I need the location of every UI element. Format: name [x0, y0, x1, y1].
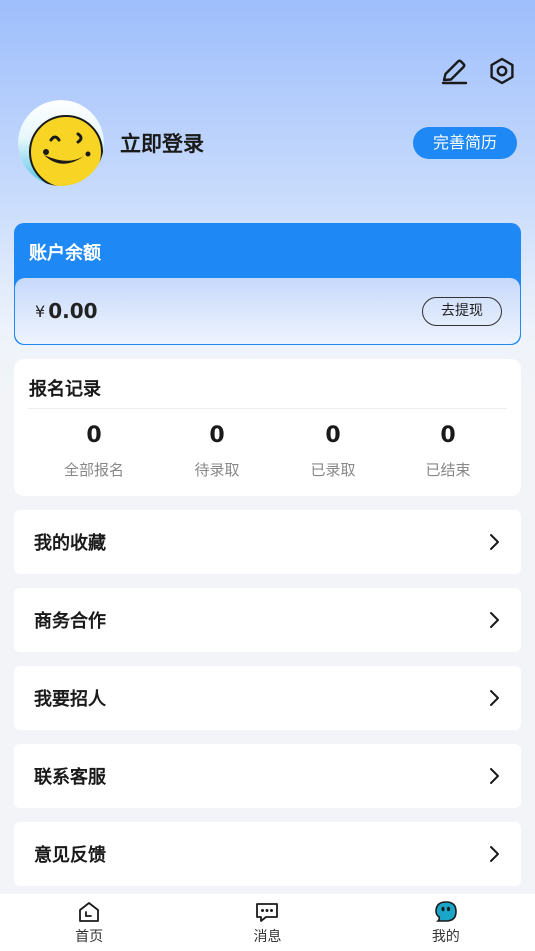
balance-amount: 0.00: [48, 299, 98, 323]
withdraw-button[interactable]: 去提现: [422, 296, 502, 326]
tab-label: 首页: [75, 929, 104, 945]
chevron-right-icon: [490, 612, 499, 628]
chevron-right-icon: [490, 534, 499, 550]
stat-admitted[interactable]: 0 已录取: [278, 423, 388, 480]
tab-label: 消息: [253, 929, 282, 945]
complete-resume-button[interactable]: 完善简历: [412, 127, 517, 159]
message-icon: [256, 903, 279, 922]
profile-section: 立即登录 完善简历: [18, 100, 517, 186]
home-icon: [79, 902, 100, 922]
chevron-right-icon: [490, 768, 499, 784]
stat-label: 待录取: [194, 461, 240, 479]
mine-icon: [435, 901, 457, 922]
stat-value: 0: [325, 423, 341, 448]
login-link[interactable]: 立即登录: [120, 128, 204, 158]
tab-mine[interactable]: 我的: [357, 894, 535, 951]
menu-item-label: 我的收藏: [34, 533, 106, 554]
application-records: 报名记录 0 全部报名 0 待录取 0 已录取 0 已结束: [14, 359, 521, 496]
avatar[interactable]: [18, 100, 104, 186]
menu-item-label: 商务合作: [34, 611, 106, 632]
tab-messages[interactable]: 消息: [178, 894, 356, 951]
menu-item-favorites[interactable]: 我的收藏: [14, 510, 521, 574]
menu-item-customer-service[interactable]: 联系客服: [14, 744, 521, 808]
records-divider: [28, 408, 507, 409]
stat-value: 0: [86, 423, 102, 448]
menu-item-recruit[interactable]: 我要招人: [14, 666, 521, 730]
balance-title: 账户余额: [29, 243, 101, 264]
chevron-right-icon: [490, 690, 499, 706]
bottom-tab-bar: 首页 消息 我的: [0, 894, 535, 951]
stat-label: 全部报名: [63, 461, 124, 479]
balance-card: 账户余额 ¥ 0.00 去提现: [14, 223, 521, 345]
stat-value: 0: [209, 423, 225, 448]
records-title: 报名记录: [29, 379, 101, 400]
stat-pending[interactable]: 0 待录取: [162, 423, 272, 480]
winking-smiley-avatar-icon: [18, 100, 104, 186]
currency-symbol: ¥: [35, 301, 46, 321]
balance-panel: ¥ 0.00 去提现: [15, 278, 520, 344]
chevron-right-icon: [490, 846, 499, 862]
menu-item-feedback[interactable]: 意见反馈: [14, 822, 521, 886]
menu-item-label: 联系客服: [34, 767, 106, 788]
menu-item-label: 我要招人: [34, 689, 106, 710]
tab-label: 我的: [431, 929, 460, 945]
top-actions: [439, 56, 517, 86]
stat-all-applications[interactable]: 0 全部报名: [39, 423, 149, 480]
stat-label: 已录取: [310, 461, 356, 479]
stat-ended[interactable]: 0 已结束: [393, 423, 503, 480]
menu-item-business[interactable]: 商务合作: [14, 588, 521, 652]
menu-item-label: 意见反馈: [34, 845, 106, 866]
tab-home[interactable]: 首页: [0, 894, 178, 951]
pencil-icon[interactable]: [439, 56, 469, 86]
settings-icon[interactable]: [487, 56, 517, 86]
stat-label: 已结束: [425, 461, 471, 479]
stat-value: 0: [440, 423, 456, 448]
